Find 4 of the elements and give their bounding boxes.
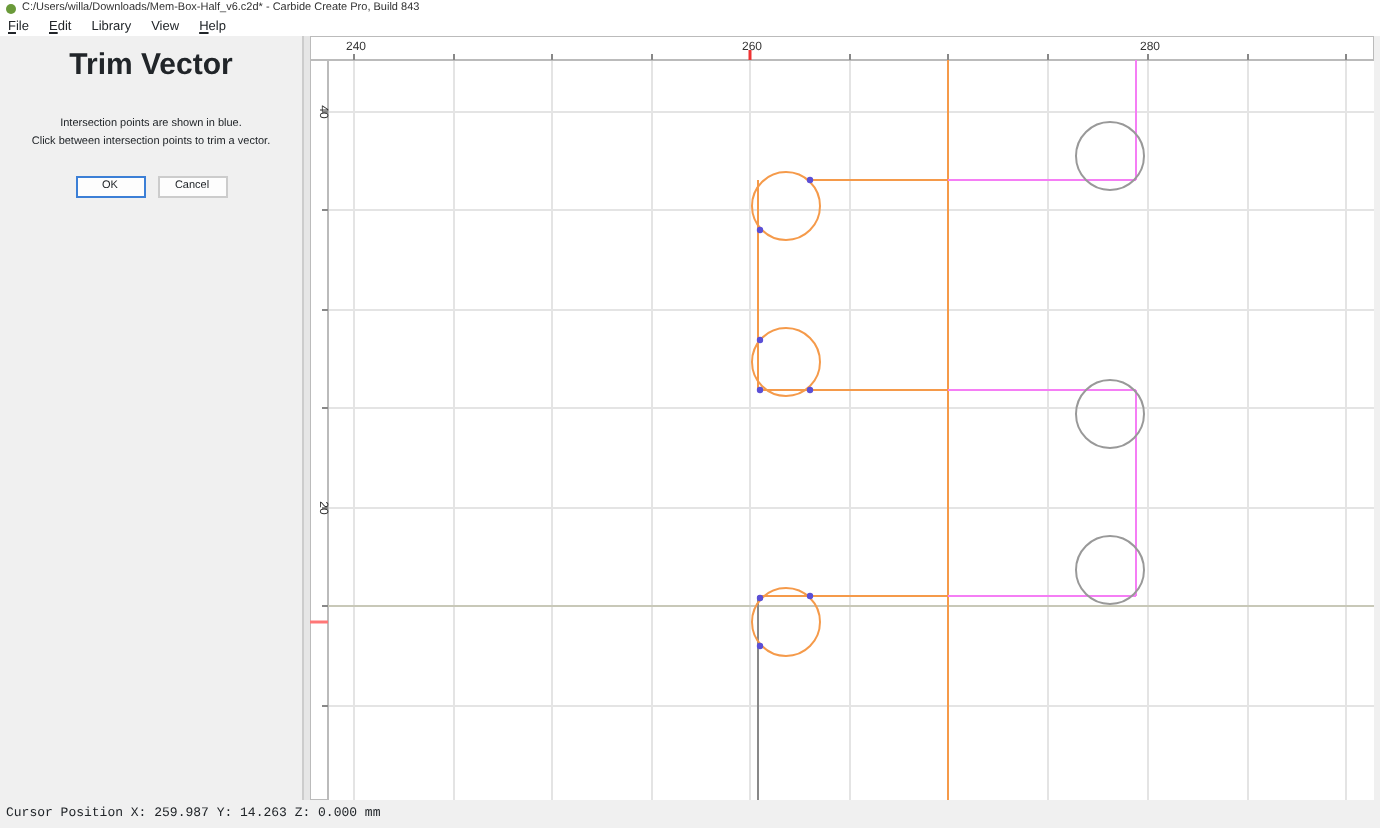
panel-title: Trim Vector (69, 46, 233, 86)
app-icon (6, 4, 16, 14)
cursor-marker (748, 50, 752, 60)
cursor-marker (310, 620, 328, 624)
